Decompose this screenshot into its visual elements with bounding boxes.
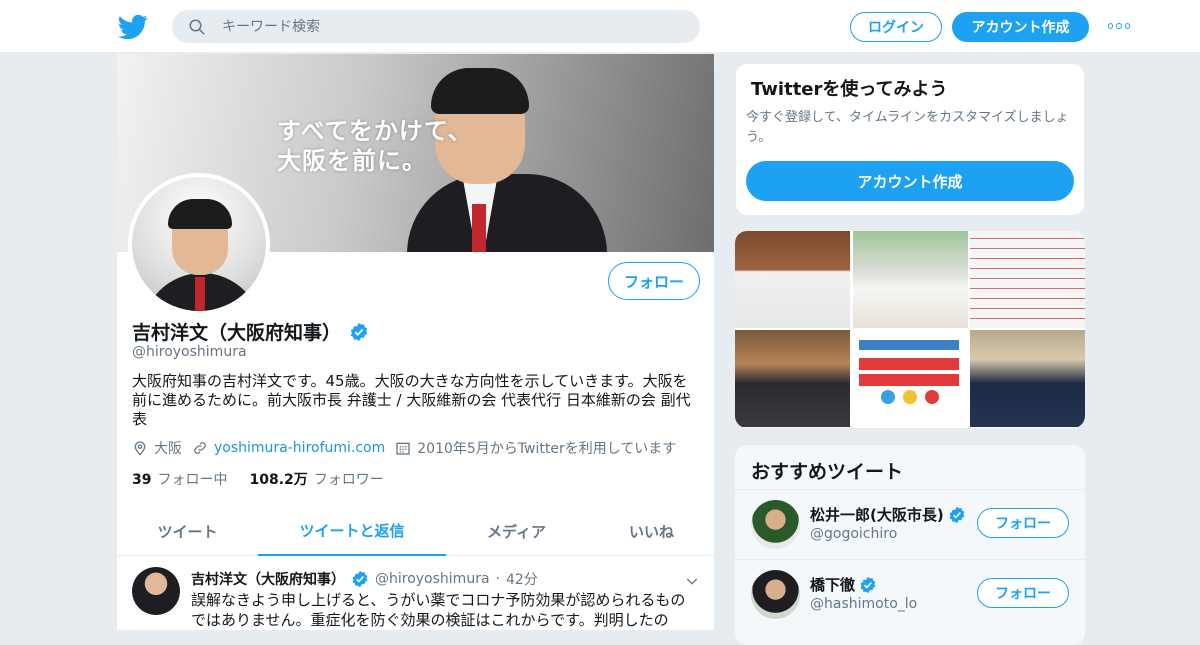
profile-joined: 2010年5月からTwitterを利用しています: [395, 438, 676, 458]
tab-tweets[interactable]: ツイート: [117, 506, 258, 556]
thumb-graphic-bar: [858, 358, 959, 370]
avatar-tie: [195, 277, 205, 311]
recommended-name-text: 橋下徹: [810, 576, 856, 594]
recommended-handle: @gogoichiro: [810, 526, 898, 542]
chevron-down-icon[interactable]: [684, 573, 700, 589]
login-button[interactable]: ログイン: [850, 12, 942, 42]
recommended-accounts: おすすめツイート 松井一郎(大阪市長) @gogoichiro フォロー 橋下徹…: [735, 445, 1085, 645]
verified-badge-icon: [860, 576, 876, 593]
media-grid: [735, 231, 1085, 428]
signup-card: Twitterを使ってみよう 今すぐ登録して、タイムラインをカスタマイズしましょ…: [735, 63, 1085, 216]
media-thumbnail[interactable]: [970, 330, 1085, 427]
signup-card-title: Twitterを使ってみよう: [751, 79, 948, 100]
thumb-graphic-signals: [880, 390, 939, 404]
profile-follow-button[interactable]: フォロー: [608, 262, 700, 300]
avatar-hair: [168, 199, 232, 229]
recommended-follow-button[interactable]: フォロー: [977, 508, 1069, 538]
profile-tabs: ツイート ツイートと返信 メディア いいね: [117, 506, 714, 556]
tweet-item[interactable]: 吉村洋文（大阪府知事） @hiroyoshimura · 42分 誤解なきよう申…: [117, 557, 714, 630]
profile-meta: 大阪 yoshimura-hirofumi.com 2010年5月からTwitt…: [132, 438, 680, 458]
recommended-account-row[interactable]: 橋下徹 @hashimoto_lo フォロー: [735, 559, 1085, 629]
banner-person-suit: [407, 174, 607, 252]
recommended-account-row[interactable]: 松井一郎(大阪市長) @gogoichiro フォロー: [735, 489, 1085, 559]
tab-media[interactable]: メディア: [446, 506, 587, 556]
recommended-handle: @hashimoto_lo: [810, 596, 918, 612]
profile-bio: 大阪府知事の吉村洋文です。45歳。大阪の大きな方向性を示していきます。大阪を前に…: [132, 372, 691, 428]
thumb-graphic-bar: [858, 340, 959, 350]
following-count[interactable]: 39 フォロー中: [132, 469, 227, 489]
link-icon: [194, 442, 206, 454]
profile-handle: @hiroyoshimura: [132, 344, 247, 360]
recommended-avatar[interactable]: [751, 570, 800, 619]
banner-person-hair: [431, 68, 529, 114]
tweet-header: 吉村洋文（大阪府知事） @hiroyoshimura · 42分: [191, 569, 538, 589]
tweet-timestamp[interactable]: 42分: [506, 569, 538, 589]
tab-tweets-and-replies[interactable]: ツイートと返信: [258, 506, 446, 556]
media-thumbnail[interactable]: [970, 231, 1085, 328]
recommended-name[interactable]: 橋下徹: [810, 574, 877, 595]
followers-count[interactable]: 108.2万 フォロワー: [249, 469, 383, 489]
recommended-title: おすすめツイート: [751, 461, 904, 483]
banner-slogan-line1: すべてをかけて、: [277, 117, 473, 145]
profile-website-link[interactable]: yoshimura-hirofumi.com: [214, 440, 385, 456]
profile-location-text: 大阪: [154, 441, 182, 457]
thumb-graphic-bar: [858, 374, 959, 386]
search-input[interactable]: [222, 10, 682, 43]
recommended-name-text: 松井一郎(大阪市長): [810, 506, 944, 524]
profile-joined-text: 2010年5月からTwitterを利用しています: [417, 441, 677, 457]
profile-name: 吉村洋文（大阪府知事）: [132, 318, 369, 345]
profile-counts: 39 フォロー中 108.2万 フォロワー: [132, 469, 384, 489]
profile-column: すべてをかけて、 大阪を前に。 フォロー 吉村洋文（大阪府知事） @hiroyo…: [116, 54, 715, 630]
verified-badge-icon: [352, 570, 368, 588]
tweet-avatar[interactable]: [132, 567, 180, 615]
search-box[interactable]: [172, 10, 700, 43]
verified-badge-icon: [949, 506, 965, 523]
following-count-value: 39: [132, 472, 152, 488]
thumb-signal-dot: [902, 390, 917, 404]
thumb-signal-dot: [924, 390, 939, 404]
signup-button[interactable]: アカウント作成: [952, 12, 1089, 42]
followers-count-value: 108.2万: [249, 472, 308, 488]
thumb-signal-dot: [880, 390, 895, 404]
media-thumbnail[interactable]: [735, 231, 850, 328]
profile-location: 大阪: [132, 438, 182, 458]
media-thumbnail[interactable]: [852, 330, 968, 427]
tweet-author-handle[interactable]: @hiroyoshimura: [375, 571, 490, 587]
banner-slogan: すべてをかけて、 大阪を前に。: [277, 116, 473, 176]
tab-likes[interactable]: いいね: [587, 506, 714, 556]
twitter-bird-icon[interactable]: [118, 12, 148, 42]
media-thumbnail[interactable]: [735, 330, 850, 427]
tweet-separator: ·: [495, 571, 500, 587]
banner-slogan-line2: 大阪を前に。: [277, 147, 427, 175]
more-dots-icon[interactable]: [1108, 23, 1130, 31]
calendar-icon: [396, 442, 410, 455]
media-thumbnail[interactable]: [852, 231, 968, 328]
tweet-author-name[interactable]: 吉村洋文（大阪府知事）: [191, 569, 345, 589]
tweet-text: 誤解なきよう申し上げると、うがい薬でコロナ予防効果が認められるものではありません…: [191, 591, 686, 629]
banner-person-tie: [472, 204, 486, 252]
recommended-follow-button[interactable]: フォロー: [977, 578, 1069, 608]
following-count-label: フォロー中: [157, 472, 228, 488]
top-navigation-bar: ログイン アカウント作成: [0, 0, 1200, 53]
profile-avatar[interactable]: [128, 173, 270, 315]
recommended-name[interactable]: 松井一郎(大阪市長): [810, 504, 966, 525]
signup-card-button[interactable]: アカウント作成: [746, 161, 1074, 201]
recommended-avatar[interactable]: [751, 500, 800, 549]
profile-website[interactable]: yoshimura-hirofumi.com: [192, 440, 385, 456]
search-icon: [189, 19, 205, 35]
verified-badge-icon: [350, 322, 368, 341]
profile-name-text: 吉村洋文（大阪府知事）: [132, 322, 342, 344]
followers-count-label: フォロワー: [313, 472, 384, 488]
location-icon: [134, 441, 146, 456]
signup-card-description: 今すぐ登録して、タイムラインをカスタマイズしましょう。: [746, 110, 1069, 145]
